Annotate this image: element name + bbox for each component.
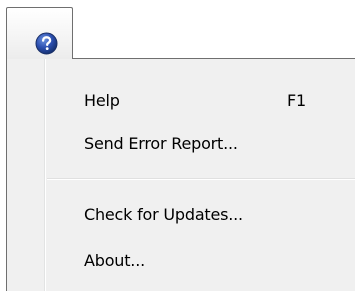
help-dropdown-menu: Help F1 Send Error Report... Check for U…: [6, 58, 355, 291]
menu-item-label: Check for Updates...: [84, 205, 243, 224]
menu-item-label: Help: [84, 91, 120, 110]
menu-item-check-for-updates[interactable]: Check for Updates...: [9, 199, 355, 233]
menu-item-shortcut: F1: [287, 91, 306, 110]
menu-item-about[interactable]: About...: [9, 245, 355, 279]
menu-item-label: Send Error Report...: [84, 134, 238, 153]
help-menu-button[interactable]: [6, 7, 73, 59]
menu-item-help[interactable]: Help F1: [9, 85, 355, 119]
question-mark-icon: [35, 32, 58, 55]
menu-separator: [47, 178, 355, 180]
menu-item-send-error-report[interactable]: Send Error Report...: [9, 128, 355, 162]
menu-item-label: About...: [84, 251, 145, 270]
